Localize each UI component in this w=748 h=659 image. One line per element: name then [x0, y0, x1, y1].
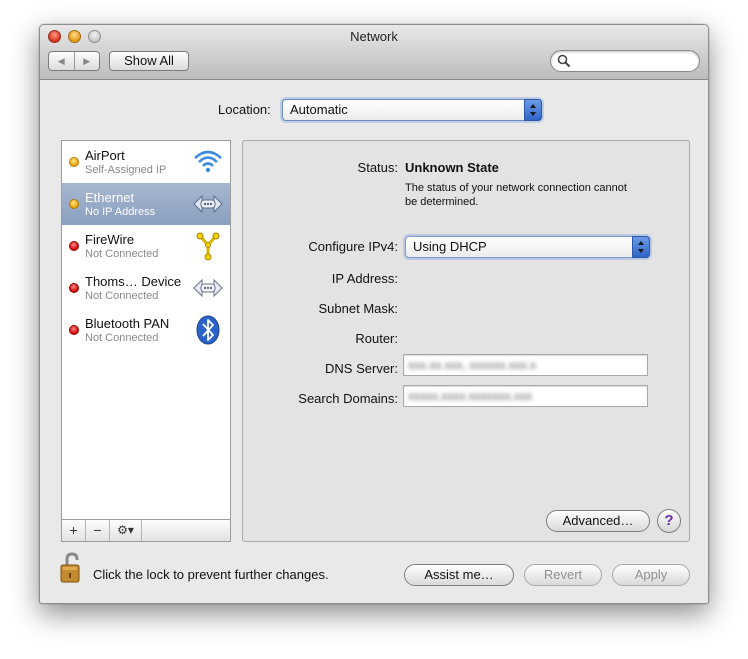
- search-domains-value: xxxxx.xxxx.xxxxxxx.xxx: [408, 389, 533, 403]
- service-name: AirPort: [85, 148, 125, 163]
- show-all-button[interactable]: Show All: [109, 51, 189, 71]
- service-item-firewire[interactable]: FireWire Not Connected: [62, 225, 230, 267]
- service-item-bluetooth-pan[interactable]: Bluetooth PAN Not Connected: [62, 309, 230, 351]
- service-item-airport[interactable]: AirPort Self-Assigned IP: [62, 141, 230, 183]
- dns-server-field[interactable]: xxx.xx.xxx, xxxxxx.xxx.x: [403, 354, 648, 376]
- window-title: Network: [350, 29, 398, 44]
- configure-ipv4-label: Configure IPv4:: [308, 239, 398, 254]
- service-name: Bluetooth PAN: [85, 316, 170, 331]
- service-name: FireWire: [85, 232, 135, 247]
- status-value: Unknown State: [405, 160, 499, 175]
- service-name: Ethernet: [85, 190, 135, 205]
- lock-message: Click the lock to prevent further change…: [93, 567, 329, 582]
- bluetooth-icon: [196, 315, 220, 345]
- popup-arrows-icon: [632, 236, 650, 258]
- status-dot-yellow-icon: [69, 157, 79, 167]
- assist-me-button[interactable]: Assist me…: [404, 564, 514, 586]
- search-field[interactable]: [550, 50, 700, 72]
- status-dot-red-icon: [69, 283, 79, 293]
- service-list-toolbar: + − ⚙▾: [62, 519, 230, 541]
- add-service-button[interactable]: +: [62, 520, 86, 541]
- navigation-segmented-control: ◀ ▶: [48, 51, 100, 71]
- ethernet-icon: [193, 194, 223, 214]
- dns-server-label: DNS Server:: [325, 361, 398, 376]
- apply-button[interactable]: Apply: [612, 564, 690, 586]
- service-name: Thoms… Device: [85, 274, 182, 289]
- dns-server-value: xxx.xx.xxx, xxxxxx.xxx.x: [408, 358, 537, 372]
- location-popup[interactable]: Automatic: [282, 99, 542, 121]
- popup-arrows-icon: [524, 99, 542, 121]
- status-dot-yellow-icon: [69, 199, 79, 209]
- service-status: Not Connected: [85, 248, 159, 260]
- location-value: Automatic: [290, 102, 348, 117]
- configure-ipv4-value: Using DHCP: [413, 239, 487, 254]
- help-button[interactable]: ?: [657, 509, 681, 533]
- service-action-menu-button[interactable]: ⚙▾: [110, 520, 142, 541]
- status-dot-red-icon: [69, 325, 79, 335]
- service-detail-panel: Status: Unknown State The status of your…: [242, 140, 690, 542]
- advanced-button[interactable]: Advanced…: [546, 510, 650, 532]
- ip-address-label: IP Address:: [331, 271, 398, 286]
- search-domains-field[interactable]: xxxxx.xxxx.xxxxxxx.xxx: [403, 385, 648, 407]
- status-label: Status:: [357, 160, 398, 175]
- firewire-icon: [196, 232, 220, 261]
- title-bar: Network ◀ ▶ Show All: [40, 25, 708, 80]
- network-preferences-window: Network ◀ ▶ Show All Location: Automatic…: [39, 24, 709, 604]
- revert-button[interactable]: Revert: [524, 564, 602, 586]
- service-item-thoms-device[interactable]: Thoms… Device Not Connected: [62, 267, 230, 309]
- service-list: AirPort Self-Assigned IP Ethernet No IP …: [61, 140, 231, 542]
- service-status: No IP Address: [85, 206, 156, 218]
- router-label: Router:: [355, 331, 398, 346]
- subnet-mask-label: Subnet Mask:: [318, 301, 399, 316]
- service-status: Not Connected: [85, 290, 159, 302]
- search-icon: [557, 54, 571, 68]
- status-description: The status of your network connection ca…: [405, 182, 627, 208]
- service-status: Self-Assigned IP: [85, 164, 167, 176]
- lock-icon[interactable]: [59, 552, 85, 584]
- back-button[interactable]: ◀: [49, 52, 74, 70]
- service-item-ethernet[interactable]: Ethernet No IP Address: [62, 183, 230, 225]
- remove-service-button[interactable]: −: [86, 520, 110, 541]
- location-label: Location:: [218, 102, 271, 117]
- wifi-icon: [194, 150, 222, 173]
- service-status: Not Connected: [85, 332, 159, 344]
- search-domains-label: Search Domains:: [298, 391, 398, 406]
- ethernet-icon: [193, 278, 223, 298]
- status-dot-red-icon: [69, 241, 79, 251]
- forward-button[interactable]: ▶: [73, 52, 100, 70]
- configure-ipv4-popup[interactable]: Using DHCP: [405, 236, 650, 258]
